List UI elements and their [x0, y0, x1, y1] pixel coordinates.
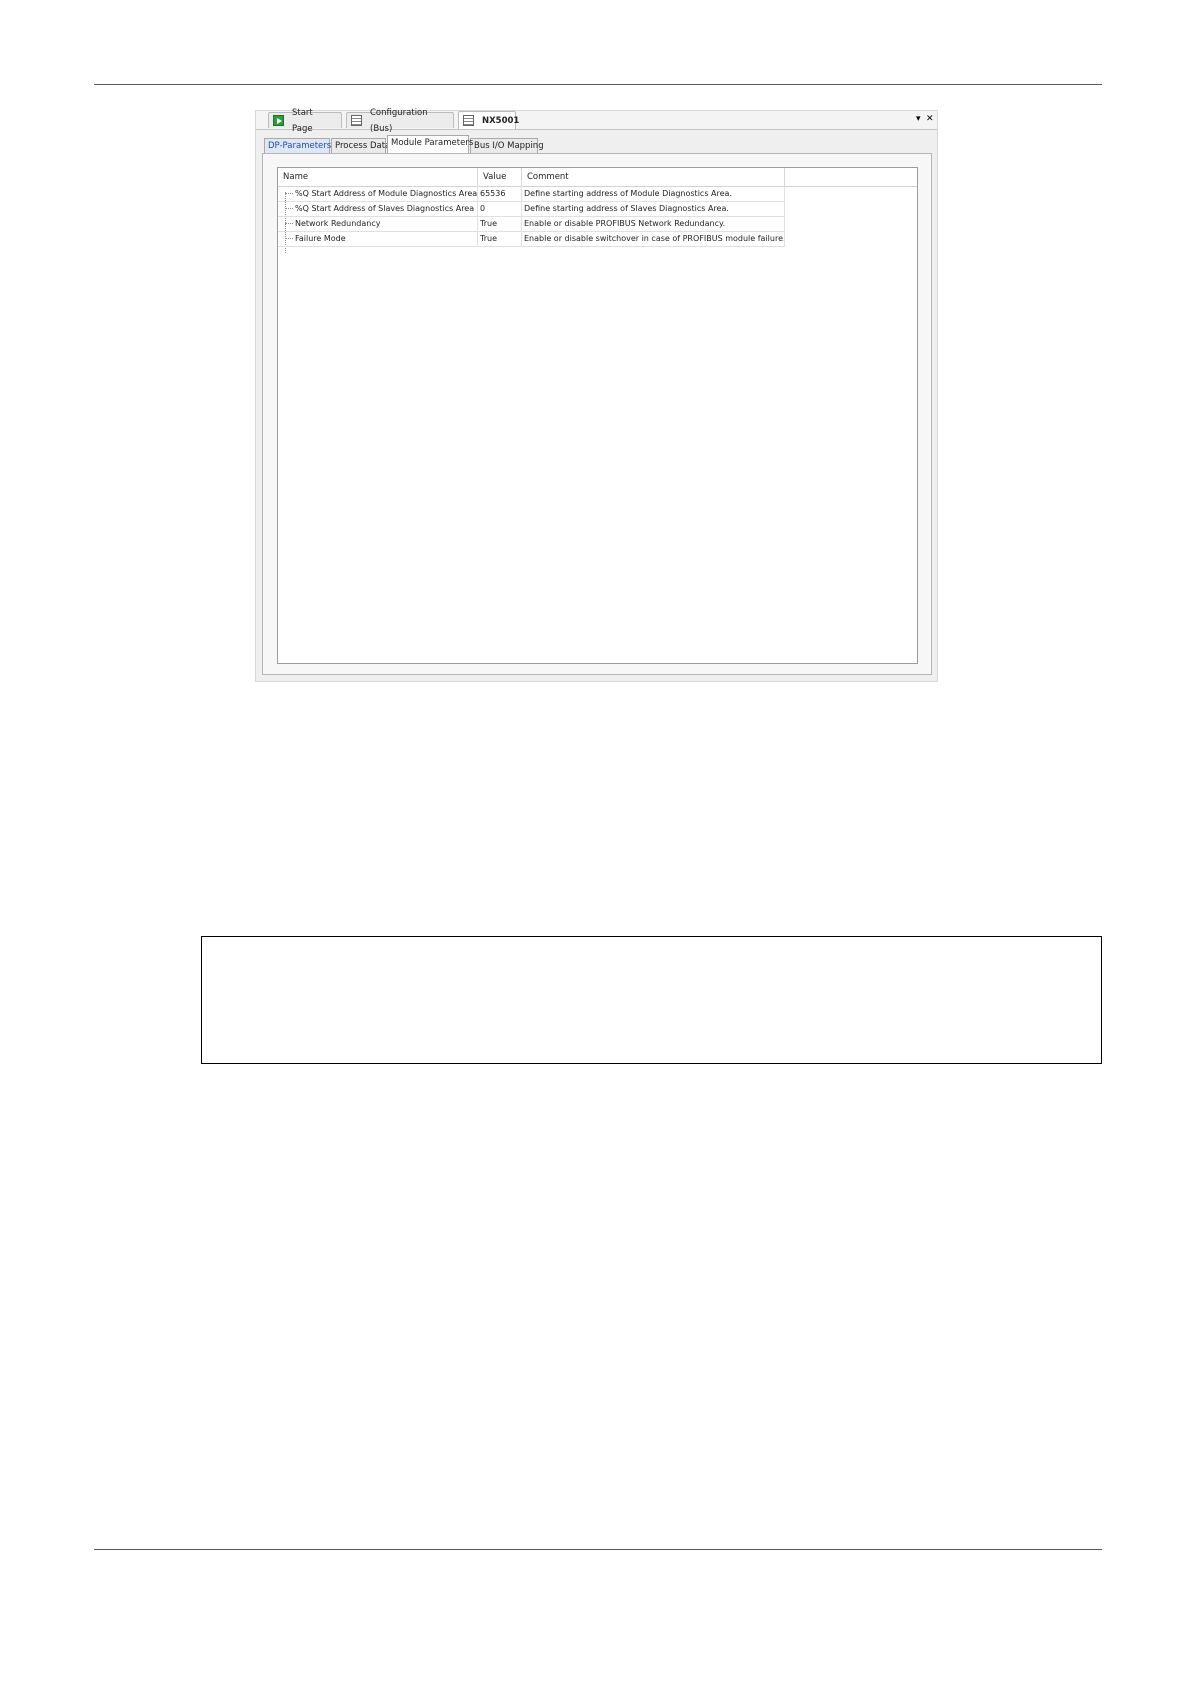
parameter-comment: Enable or disable switchover in case of … — [522, 231, 785, 246]
header-rule — [94, 84, 1102, 85]
close-icon[interactable]: ✕ — [926, 113, 934, 125]
grid-header: Name Value Comment — [278, 168, 917, 187]
parameter-value[interactable]: True — [478, 216, 522, 231]
parameter-comment: Enable or disable PROFIBUS Network Redun… — [522, 216, 785, 231]
tab-label: NX5001 — [482, 115, 520, 126]
tab-process-data[interactable]: Process Data — [331, 138, 390, 153]
device-editor-window: Start Page Configuration (Bus) NX5001 ▾ … — [255, 108, 938, 682]
sheet-icon — [463, 115, 474, 126]
tab-label: Configuration (Bus) — [370, 107, 428, 134]
table-row[interactable]: Network Redundancy True Enable or disabl… — [278, 216, 785, 232]
parameter-value[interactable]: 65536 — [478, 186, 522, 201]
tab-bus-io-mapping[interactable]: Bus I/O Mapping — [470, 138, 544, 153]
column-header-value[interactable]: Value — [478, 168, 522, 186]
tab-label: Start Page — [292, 107, 313, 134]
tab-configuration-bus[interactable]: Configuration (Bus) — [346, 108, 454, 134]
parameter-comment: Define starting address of Slaves Diagno… — [522, 201, 785, 216]
start-page-icon — [273, 115, 284, 126]
parameter-name: %Q Start Address of Slaves Diagnostics A… — [278, 201, 478, 216]
tab-dp-parameters[interactable]: DP-Parameters — [264, 138, 331, 153]
parameter-value[interactable]: True — [478, 231, 522, 246]
tab-nx5001[interactable]: NX5001 — [458, 111, 520, 129]
parameters-grid: Name Value Comment %Q Start Address of M… — [277, 167, 918, 664]
parameter-value[interactable]: 0 — [478, 201, 522, 216]
parameter-name: Network Redundancy — [278, 216, 478, 231]
tab-module-parameters[interactable]: Module Parameters — [387, 135, 473, 153]
table-row[interactable]: %Q Start Address of Slaves Diagnostics A… — [278, 201, 785, 217]
module-parameters-panel: Name Value Comment %Q Start Address of M… — [262, 153, 932, 675]
footer-rule — [94, 1549, 1102, 1550]
sheet-icon — [351, 115, 362, 126]
dropdown-arrow-icon[interactable]: ▾ — [916, 113, 921, 125]
parameter-name: %Q Start Address of Module Diagnostics A… — [278, 186, 478, 201]
parameter-comment: Define starting address of Module Diagno… — [522, 186, 785, 201]
parameter-name: Failure Mode — [278, 231, 478, 246]
column-header-comment[interactable]: Comment — [522, 168, 785, 186]
table-row[interactable]: Failure Mode True Enable or disable swit… — [278, 231, 785, 247]
table-row[interactable]: %Q Start Address of Module Diagnostics A… — [278, 186, 785, 202]
note-box — [201, 936, 1102, 1064]
document-tab-bar: Start Page Configuration (Bus) NX5001 ▾ … — [256, 108, 937, 134]
tab-start-page[interactable]: Start Page — [268, 108, 342, 134]
column-header-name[interactable]: Name — [278, 168, 478, 186]
